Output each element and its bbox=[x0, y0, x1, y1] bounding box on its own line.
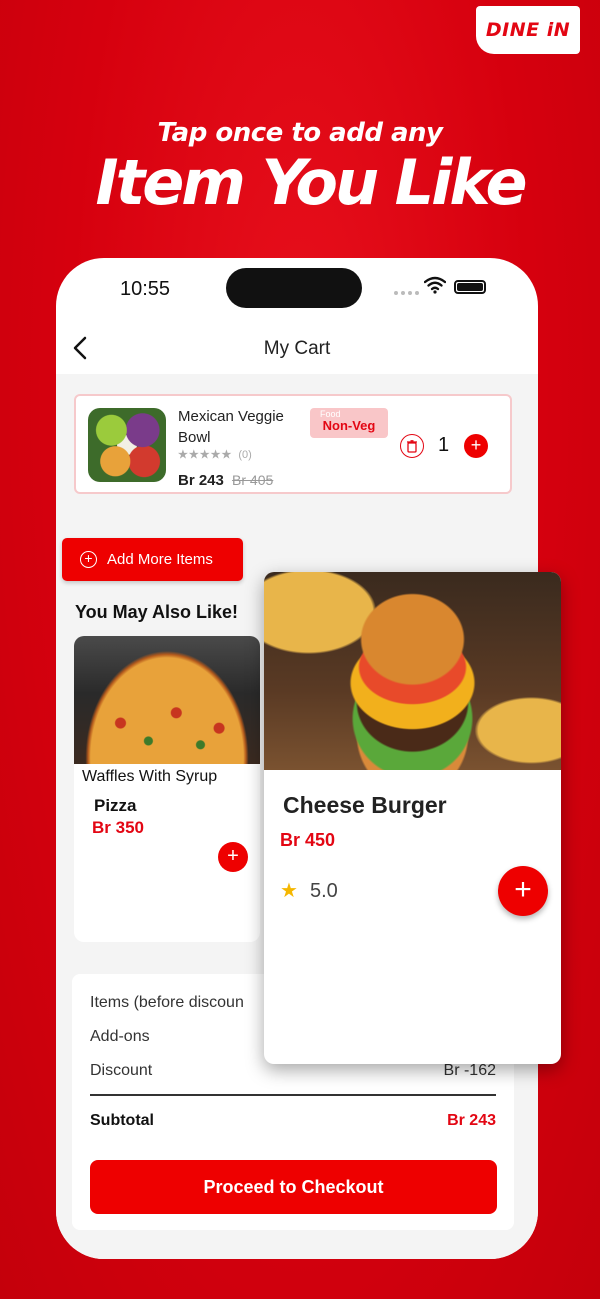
burger-image bbox=[264, 572, 561, 770]
product-name: Pizza bbox=[94, 796, 137, 815]
delete-button[interactable] bbox=[400, 434, 424, 458]
rating-stars-icon: ★★★★★ bbox=[178, 449, 233, 461]
badge-label: Non-Veg bbox=[322, 418, 376, 433]
increase-quantity-button[interactable]: + bbox=[464, 434, 488, 458]
product-name: Cheese Burger bbox=[283, 792, 447, 818]
cart-item-rating: ★★★★★ (0) bbox=[178, 448, 252, 461]
addons-label: Add-ons bbox=[90, 1028, 150, 1045]
hero-subtitle: Tap once to add any bbox=[157, 118, 444, 148]
brand-logo: DINE iN bbox=[476, 6, 580, 54]
product-price: Br 450 bbox=[280, 830, 336, 850]
checkout-button[interactable]: Proceed to Checkout bbox=[90, 1160, 497, 1214]
pizza-image bbox=[74, 636, 260, 764]
summary-discount-row: Discount Br -162 bbox=[90, 1062, 496, 1080]
hero-title: Item You Like bbox=[95, 146, 528, 219]
battery-icon bbox=[454, 280, 486, 294]
trash-icon bbox=[407, 439, 417, 453]
discount-value: Br -162 bbox=[443, 1062, 496, 1079]
subtotal-value: Br 243 bbox=[447, 1112, 496, 1129]
subtotal-label: Subtotal bbox=[90, 1112, 154, 1129]
current-price: Br 243 bbox=[178, 472, 224, 489]
star-icon: ★ bbox=[280, 880, 298, 902]
recommendations-heading: You May Also Like! bbox=[75, 602, 239, 622]
product-price: Br 350 bbox=[92, 818, 144, 837]
discount-label: Discount bbox=[90, 1062, 153, 1079]
page-title: My Cart bbox=[263, 338, 331, 359]
summary-subtotal-row: Subtotal Br 243 bbox=[90, 1112, 496, 1130]
original-price: Br 405 bbox=[232, 472, 274, 488]
product-caption: Waffles With Syrup bbox=[82, 768, 218, 785]
add-pizza-button[interactable]: + bbox=[218, 842, 248, 872]
quantity-value: 1 bbox=[438, 434, 450, 456]
wifi-icon bbox=[424, 276, 446, 294]
cart-item: Mexican Veggie Bowl ★★★★★ (0) Br 243 Br 4… bbox=[74, 394, 512, 494]
dynamic-island bbox=[226, 268, 362, 308]
product-card-pizza[interactable]: Waffles With Syrup Pizza Br 350 + bbox=[74, 636, 260, 942]
add-more-items-button[interactable]: + Add More Items bbox=[62, 538, 243, 581]
add-burger-button[interactable]: + bbox=[498, 866, 548, 916]
cart-item-image bbox=[88, 408, 166, 482]
signal-icon bbox=[394, 291, 419, 295]
items-label: Items (before discoun bbox=[90, 994, 244, 1011]
summary-divider bbox=[90, 1094, 496, 1096]
status-time: 10:55 bbox=[120, 278, 171, 300]
rating-count: (0) bbox=[238, 449, 252, 461]
food-type-badge: Food Non-Veg bbox=[310, 408, 388, 438]
product-rating: 5.0 bbox=[310, 880, 338, 902]
cart-item-name: Mexican Veggie Bowl bbox=[178, 408, 284, 446]
add-more-label: Add More Items bbox=[107, 551, 213, 568]
product-card-burger[interactable]: Cheese Burger Br 450 ★ 5.0 + bbox=[264, 572, 561, 1064]
plus-circle-icon: + bbox=[80, 551, 97, 568]
brand-logo-text: DINE iN bbox=[485, 19, 571, 41]
cart-item-price: Br 243 Br 405 bbox=[178, 472, 273, 489]
